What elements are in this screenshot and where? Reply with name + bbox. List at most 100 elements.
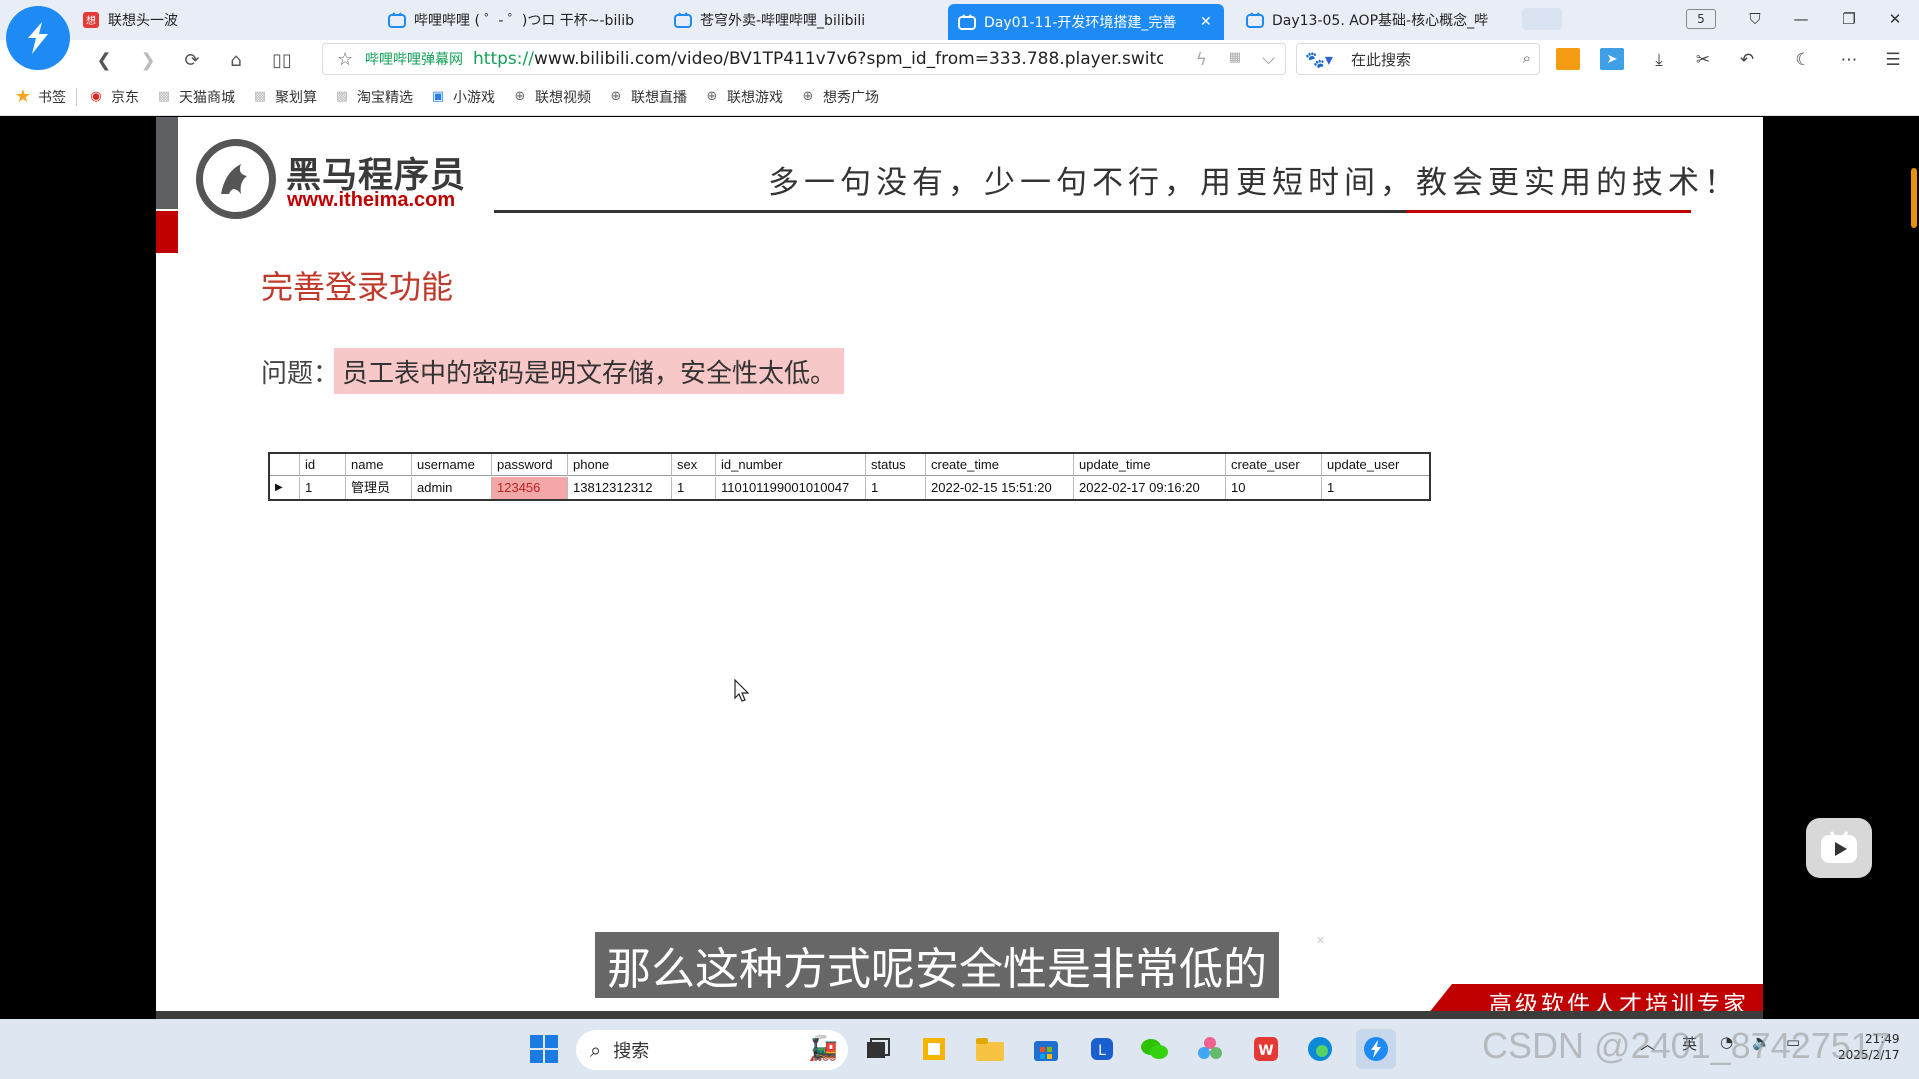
browser-logo-icon[interactable]: [6, 6, 70, 70]
scrollbar-thumb[interactable]: [1911, 168, 1917, 228]
table-cell: 123456: [492, 477, 568, 499]
juhuasuan-icon: ▩: [253, 89, 267, 104]
home-button[interactable]: ⌂: [222, 47, 250, 73]
new-tab-button[interactable]: [1522, 8, 1562, 30]
column-header: status: [866, 454, 926, 476]
reader-icon[interactable]: ▯▯: [268, 47, 296, 73]
table-cell: 1: [672, 477, 716, 499]
shirt-icon[interactable]: ⛉: [1738, 6, 1772, 32]
brand-url: www.itheima.com: [287, 189, 456, 211]
tab-count-badge[interactable]: 5: [1686, 9, 1716, 29]
star-icon: ★: [14, 86, 32, 107]
header-divider-accent: [1406, 210, 1691, 213]
chevron-down-icon[interactable]: ⌵: [1262, 49, 1275, 69]
tab-title: Day01-11-开发环境搭建_完善: [984, 15, 1177, 31]
bookmark-shuqian[interactable]: ★ 书签: [14, 86, 66, 107]
play-icon[interactable]: [1806, 818, 1872, 878]
close-window-button[interactable]: ✕: [1878, 6, 1912, 32]
app-icon[interactable]: [914, 1029, 954, 1069]
windows-start-icon[interactable]: [524, 1029, 564, 1069]
bilibili-icon: [388, 11, 406, 29]
tmall-icon: ▩: [157, 89, 171, 104]
scissors-icon[interactable]: ✂: [1690, 48, 1716, 72]
address-bar[interactable]: ☆ 哔哩哔哩弹幕网 https://www.bilibili.com/video…: [322, 43, 1286, 75]
section-title: 完善登录功能: [261, 268, 454, 306]
ext-orange-icon[interactable]: [1556, 48, 1580, 70]
lightning-icon[interactable]: ϟ: [1196, 50, 1207, 70]
column-header: update_user: [1327, 457, 1400, 472]
search-input[interactable]: 在此搜索: [1351, 49, 1411, 70]
table-cell: 13812312312: [568, 477, 672, 499]
navigation-bar: ❮ ❯ ⟳ ⌂ ▯▯ ☆ 哔哩哔哩弹幕网 https://www.bilibil…: [0, 40, 1919, 78]
bookmark-xiangxiu[interactable]: ⊕ 想秀广场: [799, 87, 879, 107]
bookmark-lenovo-live[interactable]: ⊕ 联想直播: [607, 87, 687, 107]
game-icon: ▣: [431, 89, 445, 104]
column-header: name: [346, 454, 412, 476]
lenovo-browser-icon[interactable]: [1356, 1029, 1396, 1069]
taskbar-search[interactable]: ⌕ 搜索 🚂: [576, 1030, 848, 1070]
svg-text:想: 想: [86, 14, 96, 27]
task-view-icon[interactable]: [858, 1029, 898, 1069]
wps-icon[interactable]: W: [1246, 1029, 1286, 1069]
column-header: phone: [568, 454, 672, 476]
column-header: [270, 454, 300, 476]
moon-icon[interactable]: ☾: [1790, 48, 1816, 72]
search-icon: ⌕: [590, 1038, 602, 1062]
employee-table: id name username password phone sex id_number s…: [268, 452, 1431, 501]
url-text[interactable]: https://www.bilibili.com/video/BV1TP411v…: [473, 49, 1163, 69]
bookmark-label: 天猫商城: [179, 89, 235, 106]
wechat-icon[interactable]: [1134, 1029, 1174, 1069]
download-icon[interactable]: ⤓: [1646, 48, 1672, 72]
edge-icon[interactable]: [1300, 1029, 1340, 1069]
app-flower-icon[interactable]: [1190, 1029, 1230, 1069]
divider: [76, 87, 77, 106]
qrcode-icon[interactable]: ▦: [1229, 50, 1241, 65]
baidu-icon[interactable]: 🐾▾: [1305, 50, 1333, 69]
tab-day01-active[interactable]: Day01-11-开发环境搭建_完善 ✕: [948, 4, 1224, 40]
bookmark-juhuasuan[interactable]: ▩ 聚划算: [251, 87, 317, 107]
star-icon[interactable]: ☆: [337, 49, 353, 70]
bookmark-taobao[interactable]: ▩ 淘宝精选: [333, 87, 413, 107]
bookmark-lenovo-video[interactable]: ⊕ 联想视频: [511, 87, 591, 107]
close-icon[interactable]: ✕: [1316, 934, 1325, 947]
store-icon[interactable]: [1026, 1029, 1066, 1069]
undo-icon[interactable]: ↶: [1734, 48, 1760, 72]
ext-send-icon[interactable]: ➤: [1600, 48, 1624, 70]
restore-button[interactable]: ❐: [1832, 6, 1866, 32]
globe-icon: ⊕: [706, 89, 718, 104]
bookmark-label: 淘宝精选: [357, 89, 413, 106]
tab-day13[interactable]: Day13-05. AOP基础-核心概念_哔: [1236, 4, 1508, 36]
problem-label: 问题：: [261, 359, 340, 389]
table-cell: 1: [300, 477, 346, 499]
bookmark-tmall[interactable]: ▩ 天猫商城: [155, 87, 235, 107]
back-button[interactable]: ❮: [90, 47, 118, 73]
bookmark-jd[interactable]: ◉ 京东: [87, 87, 139, 107]
tab-strip: 想 联想头一波 哔哩哔哩 ( ゜- ゜)つロ 干杯~-bilib 苍穹外卖-哔哩…: [0, 0, 1919, 40]
search-icon[interactable]: ⌕: [1523, 49, 1531, 67]
video-subtitle: 那么这种方式呢安全性是非常低的: [595, 932, 1279, 998]
column-header: password: [492, 454, 568, 476]
tab-bilibili-home[interactable]: 哔哩哔哩 ( ゜- ゜)つロ 干杯~-bilib: [378, 4, 650, 36]
file-explorer-icon[interactable]: [970, 1029, 1010, 1069]
lenovo-app-icon[interactable]: L: [1082, 1029, 1122, 1069]
tab-cangqiong[interactable]: 苍穹外卖-哔哩哔哩_bilibili: [664, 4, 936, 36]
search-box[interactable]: 🐾▾ 在此搜索 ⌕: [1296, 43, 1540, 75]
tab-lenovo[interactable]: 想 联想头一波: [72, 4, 304, 36]
tab-title: 联想头一波: [108, 13, 178, 29]
forward-button[interactable]: ❯: [134, 47, 162, 73]
more-icon[interactable]: ⋯: [1836, 48, 1862, 72]
close-icon[interactable]: ✕: [1200, 14, 1212, 30]
tab-title: 苍穹外卖-哔哩哔哩_bilibili: [700, 13, 866, 29]
minimize-button[interactable]: —: [1784, 6, 1818, 32]
column-header: create_user: [1226, 454, 1322, 476]
heima-logo-icon: [196, 139, 276, 219]
url-rest: www.bilibili.com/video/BV1TP411v7v6?spm_…: [533, 49, 1163, 69]
bookmark-label: 联想直播: [631, 89, 687, 106]
video-progress-track[interactable]: [156, 1011, 1763, 1019]
table-cell: 10: [1226, 477, 1322, 499]
menu-icon[interactable]: ☰: [1880, 48, 1906, 72]
column-header: id: [300, 454, 346, 476]
bookmark-games[interactable]: ▣ 小游戏: [429, 87, 495, 107]
reload-button[interactable]: ⟳: [178, 47, 206, 73]
bookmark-lenovo-game[interactable]: ⊕ 联想游戏: [703, 87, 783, 107]
